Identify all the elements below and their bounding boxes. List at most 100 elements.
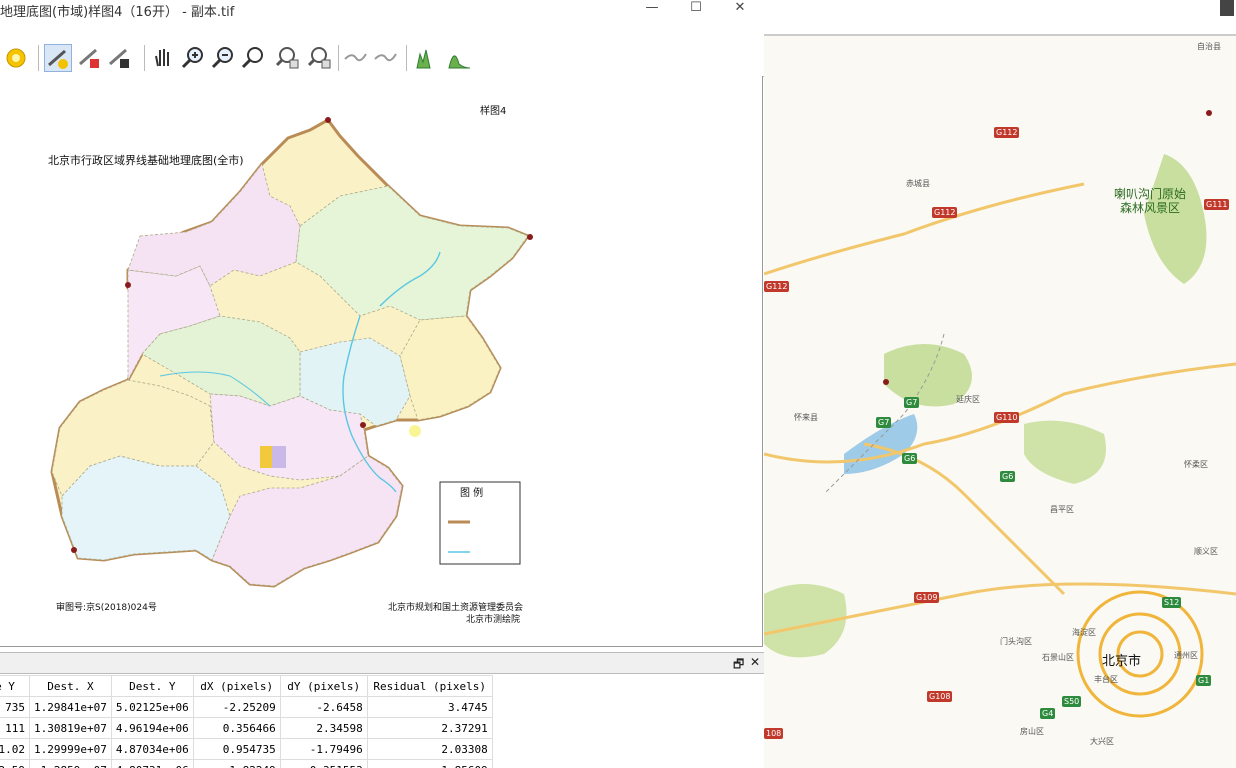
table-row[interactable]: 1.02 1.29999e+07 4.87034e+06 0.954735 -1… <box>0 738 493 760</box>
qgis-basemap-canvas[interactable]: 喇叭沟门原始 森林风景区 北京市 赤城县 延庆区 怀来县 昌平区 门头沟区 石景… <box>764 0 1236 768</box>
city-label: 北京市 <box>1102 654 1142 669</box>
cell[interactable]: 2.03308 <box>366 738 493 760</box>
cell[interactable]: 1.29999e+07 <box>29 738 112 760</box>
move-point-button[interactable] <box>106 44 134 72</box>
col-dest-x[interactable]: Dest. X <box>29 675 112 697</box>
place-label: 丰台区 <box>1094 675 1118 684</box>
link-georef-button[interactable] <box>342 44 370 72</box>
table-row[interactable]: 735 1.29841e+07 5.02125e+06 -2.25209 -2.… <box>0 696 493 718</box>
road-shield: S50 <box>1062 696 1082 707</box>
cell[interactable]: 4.87034e+06 <box>110 738 194 760</box>
zoom-previous-icon <box>275 47 299 69</box>
cell[interactable]: 4.96194e+06 <box>110 717 194 739</box>
cell[interactable]: 1.02 <box>0 738 30 760</box>
place-label: 大兴区 <box>1090 737 1114 746</box>
road-shield: G1 <box>1196 675 1212 686</box>
park-label: 喇叭沟门原始 森林风景区 <box>1114 187 1186 215</box>
stretch-button[interactable] <box>446 44 474 72</box>
cell[interactable]: 4.80731e+06 <box>110 759 194 768</box>
cell[interactable]: 1.29841e+07 <box>29 696 112 718</box>
cell[interactable]: 735 <box>0 696 30 718</box>
col-dy[interactable]: dY (pixels) <box>279 675 368 697</box>
zoom-full-button[interactable] <box>240 44 268 72</box>
title-bar: 地理底图(市域)样图4（16开） - 副本.tif — ☐ ✕ <box>0 0 764 22</box>
add-control-point-icon <box>48 49 68 69</box>
cell[interactable]: 1.85609 <box>366 759 493 768</box>
link-qgis-button[interactable] <box>372 44 400 72</box>
georef-map-canvas[interactable]: 样图4 北京市行政区域界线基础地理底图(全市) 图 例 审图号:京S(2018)… <box>0 76 763 647</box>
place-label: 赤城县 <box>906 179 930 188</box>
cell[interactable]: -0.351553 <box>279 759 368 768</box>
gcp-table[interactable]: e Y Dest. X Dest. Y dX (pixels) dY (pixe… <box>0 675 493 768</box>
cell[interactable]: -1.82249 <box>192 759 281 768</box>
place-label: 怀来县 <box>794 413 818 422</box>
road-shield: G112 <box>932 207 958 218</box>
cell[interactable]: 2.37291 <box>366 717 493 739</box>
pan-button[interactable] <box>150 44 178 72</box>
stretch-icon <box>448 55 471 69</box>
basemap-graphics <box>764 110 1236 718</box>
histogram-button[interactable] <box>414 44 442 72</box>
minimize-button[interactable]: — <box>632 0 672 18</box>
road-shield: G6 <box>1000 471 1016 482</box>
add-point-button[interactable] <box>44 44 72 72</box>
map-title: 北京市行政区域界线基础地理底图(全市) <box>48 154 244 167</box>
table-row[interactable]: 2.59 1.2859e+07 4.80731e+06 -1.82249 -0.… <box>0 759 493 768</box>
zoom-out-button[interactable] <box>210 44 238 72</box>
delete-point-button[interactable] <box>76 44 104 72</box>
road-shield: G109 <box>914 592 940 603</box>
place-label: 自治县 <box>1197 42 1221 51</box>
road-shield: 108 <box>764 728 784 739</box>
cell[interactable]: 0.954735 <box>192 738 281 760</box>
place-label: 通州区 <box>1174 651 1198 660</box>
sample-label: 样图4 <box>480 106 507 117</box>
cell[interactable]: 2.34598 <box>279 717 368 739</box>
road-shield: G7 <box>876 417 892 428</box>
place-label: 顺义区 <box>1194 547 1218 556</box>
road-shield: S12 <box>1162 597 1182 608</box>
restore-panel-button[interactable]: 🗗 <box>733 655 744 676</box>
settings-button[interactable] <box>2 44 30 72</box>
window-title: 地理底图(市域)样图4（16开） - 副本.tif <box>0 5 235 20</box>
place-label: 海淀区 <box>1072 628 1096 637</box>
approval-number: 审图号:京S(2018)024号 <box>56 603 157 613</box>
cell[interactable]: 5.02125e+06 <box>110 696 194 718</box>
road-shield: G108 <box>927 691 953 702</box>
close-button[interactable]: ✕ <box>720 0 760 18</box>
zoom-in-button[interactable] <box>180 44 208 72</box>
road-shield: G6 <box>902 453 918 464</box>
zoom-last-button[interactable] <box>274 44 302 72</box>
table-row[interactable]: 111 1.30819e+07 4.96194e+06 0.356466 2.3… <box>0 717 493 739</box>
cell[interactable]: 1.2859e+07 <box>29 759 112 768</box>
place-label: 房山区 <box>1020 727 1044 736</box>
cell[interactable]: 111 <box>0 717 30 739</box>
cell[interactable]: -1.79496 <box>279 738 368 760</box>
delete-control-point-icon <box>79 48 99 68</box>
place-label: 石景山区 <box>1042 653 1074 662</box>
gear-icon <box>6 48 26 68</box>
zoom-next-button[interactable] <box>306 44 334 72</box>
road-shield: G110 <box>994 412 1020 423</box>
col-residual[interactable]: Residual (pixels) <box>366 675 493 697</box>
top-strip <box>764 0 1236 36</box>
close-panel-button[interactable]: ✕ <box>750 655 760 669</box>
col-dest-y[interactable]: Dest. Y <box>110 675 194 697</box>
col-dx[interactable]: dX (pixels) <box>192 675 281 697</box>
cell[interactable]: 0.356466 <box>192 717 281 739</box>
cell[interactable]: -2.6458 <box>279 696 368 718</box>
publisher-line-2: 北京市测绘院 <box>466 615 521 625</box>
link-table-icon <box>344 53 367 62</box>
cell[interactable]: -2.25209 <box>192 696 281 718</box>
road-shield: G112 <box>764 281 790 292</box>
pan-hand-icon <box>155 49 169 67</box>
georeferencer-window: 地理底图(市域)样图4（16开） - 副本.tif — ☐ ✕ 样图4 北京市行… <box>0 0 764 768</box>
table-header-row: e Y Dest. X Dest. Y dX (pixels) dY (pixe… <box>0 675 493 697</box>
cell[interactable]: 1.30819e+07 <box>29 717 112 739</box>
histogram-icon <box>416 49 431 69</box>
maximize-button[interactable]: ☐ <box>676 0 716 18</box>
cell[interactable]: 3.4745 <box>366 696 493 718</box>
corner-icon <box>1220 0 1234 16</box>
toolbar <box>0 40 764 77</box>
cell[interactable]: 2.59 <box>0 759 30 768</box>
col-source-y[interactable]: e Y <box>0 675 30 697</box>
